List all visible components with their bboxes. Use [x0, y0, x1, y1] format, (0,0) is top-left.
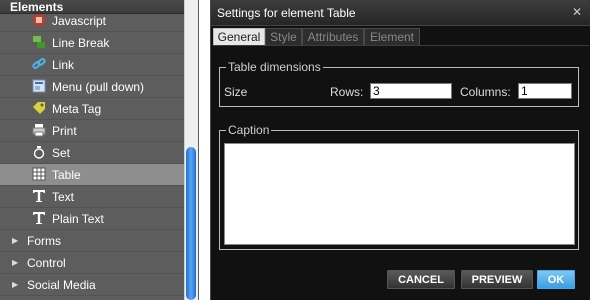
- expand-arrow-icon: ▶: [12, 258, 19, 267]
- element-item-label: Plain Text: [52, 212, 104, 226]
- tab-style[interactable]: Style: [265, 28, 302, 45]
- category-forms[interactable]: ▶ Forms: [0, 230, 184, 252]
- element-item-label: Line Break: [52, 36, 110, 50]
- element-item-text[interactable]: Text: [0, 186, 184, 208]
- caption-textarea[interactable]: [224, 143, 575, 245]
- category-label: Forms: [27, 234, 61, 248]
- element-item-line-break[interactable]: Line Break: [0, 32, 184, 54]
- expand-arrow-icon: ▶: [12, 236, 19, 245]
- tag-icon: [32, 101, 46, 115]
- element-item-plain-text[interactable]: Plain Text: [0, 208, 184, 230]
- link-icon: [32, 57, 46, 71]
- menu-icon: [32, 79, 46, 93]
- element-item-label: Link: [52, 58, 75, 72]
- element-item-label: Table: [52, 168, 81, 182]
- element-item-label: Menu (pull down): [52, 80, 145, 94]
- table-dimensions-group: Table dimensions Size Rows: Columns:: [219, 60, 579, 107]
- table-dimensions-legend: Table dimensions: [226, 60, 323, 74]
- element-item-label: Meta Tag: [52, 102, 102, 116]
- element-item-menu[interactable]: Menu (pull down): [0, 76, 184, 98]
- caption-group: Caption: [219, 123, 579, 250]
- element-item-label: Print: [52, 124, 77, 138]
- tab-attributes[interactable]: Attributes: [302, 28, 364, 45]
- element-item-print[interactable]: Print: [0, 120, 184, 142]
- category-control[interactable]: ▶ Control: [0, 252, 184, 274]
- rows-input[interactable]: [370, 83, 452, 99]
- settings-dialog: Settings for element Table ✕ General Sty…: [210, 0, 590, 300]
- element-item-table[interactable]: Table: [0, 164, 184, 186]
- cancel-button[interactable]: CANCEL: [387, 270, 455, 289]
- text-icon: [32, 189, 46, 203]
- panel-header: Elements: [0, 0, 186, 14]
- columns-label: Columns:: [460, 85, 511, 99]
- element-item-link[interactable]: Link: [0, 54, 184, 76]
- tab-divider: [213, 45, 589, 46]
- table-icon: [32, 167, 46, 181]
- size-label: Size: [224, 85, 248, 99]
- element-list: Javascript Line Break Link Menu (pull do…: [0, 10, 184, 296]
- close-icon[interactable]: ✕: [569, 4, 585, 20]
- tab-general[interactable]: General: [213, 28, 265, 45]
- element-item-label: Set: [52, 146, 71, 160]
- tab-element[interactable]: Element: [364, 28, 420, 45]
- ok-button[interactable]: OK: [537, 270, 575, 289]
- element-item-set[interactable]: Set: [0, 142, 184, 164]
- dialog-titlebar[interactable]: Settings for element Table ✕: [211, 0, 590, 26]
- element-item-label: Text: [52, 190, 75, 204]
- javascript-icon: [32, 13, 46, 27]
- caption-legend: Caption: [226, 123, 272, 137]
- line-break-icon: [32, 35, 46, 49]
- category-label: Control: [27, 256, 66, 270]
- category-social-media[interactable]: ▶ Social Media: [0, 274, 184, 296]
- text-icon: [32, 211, 46, 225]
- dialog-title: Settings for element Table: [217, 6, 356, 20]
- expand-arrow-icon: ▶: [12, 280, 19, 289]
- category-label: Social Media: [27, 278, 96, 292]
- set-icon: [32, 145, 46, 159]
- preview-button[interactable]: PREVIEW: [461, 270, 533, 289]
- element-item-meta-tag[interactable]: Meta Tag: [0, 98, 184, 120]
- columns-input[interactable]: [518, 83, 572, 99]
- scrollbar-thumb[interactable]: [186, 147, 196, 300]
- print-icon: [32, 123, 46, 137]
- elements-panel: Javascript Line Break Link Menu (pull do…: [0, 0, 199, 300]
- rows-label: Rows:: [330, 85, 364, 99]
